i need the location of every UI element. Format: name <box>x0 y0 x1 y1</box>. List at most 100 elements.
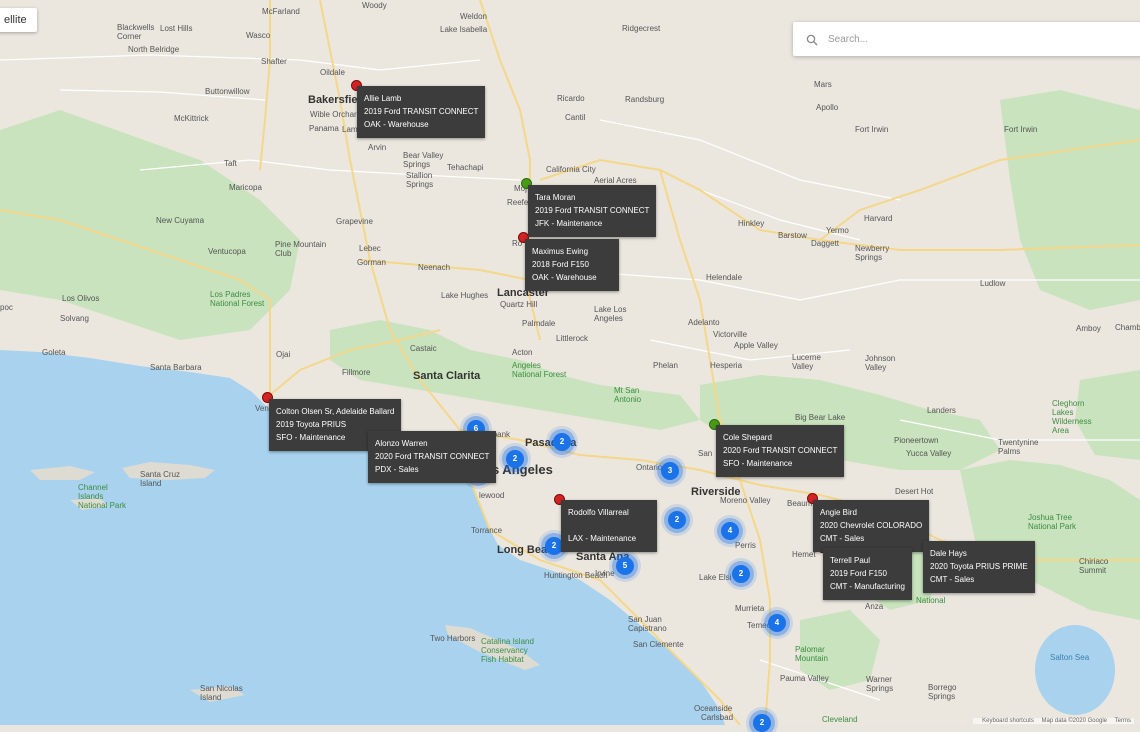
svg-text:Santa Clarita: Santa Clarita <box>413 370 481 382</box>
svg-text:Fort Irwin: Fort Irwin <box>855 125 888 134</box>
card-driver-name: Rodolfo Villarreal <box>568 508 629 517</box>
svg-text:San JuanCapistrano: San Juan Capistrano <box>628 615 667 633</box>
svg-text:Grapevine: Grapevine <box>336 217 373 226</box>
svg-text:California City: California City <box>546 165 596 174</box>
card-location: PDX - Sales <box>375 465 419 474</box>
cluster-la-north[interactable]: 2 <box>506 450 524 468</box>
card-vehicle: 2018 Ford F150 <box>532 260 589 269</box>
svg-text:Murrieta: Murrieta <box>735 604 765 613</box>
info-card-maximus-ewing[interactable]: Maximus Ewing 2018 Ford F150 OAK - Wareh… <box>525 239 619 291</box>
map-data-attribution: Map data ©2020 Google <box>1041 718 1107 724</box>
svg-text:Ludlow: Ludlow <box>980 279 1006 288</box>
search-input[interactable] <box>826 32 1130 46</box>
svg-text:Aerial Acres: Aerial Acres <box>594 176 637 185</box>
card-location: OAK - Warehouse <box>364 120 429 129</box>
svg-text:WarnerSprings: Warner Springs <box>866 675 893 693</box>
map-canvas[interactable]: Bakersfield Lancaster os Angeles Santa C… <box>0 0 1140 725</box>
svg-text:Desert Hot: Desert Hot <box>895 487 934 496</box>
svg-text:Adelanto: Adelanto <box>688 318 720 327</box>
svg-text:Ridgecrest: Ridgecrest <box>622 24 661 33</box>
cluster-riverside-south[interactable]: 2 <box>668 511 686 529</box>
svg-text:Two Harbors: Two Harbors <box>430 634 475 643</box>
card-location: LAX - Maintenance <box>568 534 637 543</box>
card-vehicle: 2020 Toyota PRIUS PRIME <box>930 562 1028 571</box>
svg-text:Apollo: Apollo <box>816 103 839 112</box>
card-vehicle: 2019 Ford F150 <box>830 569 887 578</box>
svg-text:Los Olivos: Los Olivos <box>62 294 99 303</box>
svg-text:Helendale: Helendale <box>706 273 743 282</box>
svg-text:North Belridge: North Belridge <box>128 45 180 54</box>
svg-text:Oceanside: Oceanside <box>694 704 733 713</box>
info-card-alonzo-warren[interactable]: Alonzo Warren 2020 Ford TRANSIT CONNECT … <box>368 431 497 483</box>
svg-text:Randsburg: Randsburg <box>625 95 664 104</box>
svg-text:Wible Orchard: Wible Orchard <box>310 110 361 119</box>
salton-sea <box>1035 625 1115 715</box>
svg-text:PalomarMountain: Palomar Mountain <box>795 645 828 663</box>
svg-text:Carlsbad: Carlsbad <box>701 713 733 722</box>
svg-text:McKittrick: McKittrick <box>174 114 210 123</box>
card-location: CMT - Manufacturing <box>830 582 905 591</box>
svg-text:Castaic: Castaic <box>410 344 437 353</box>
svg-text:Joshua TreeNational Park: Joshua Tree National Park <box>1028 513 1077 531</box>
cluster-lake-elsinore[interactable]: 2 <box>732 565 750 583</box>
svg-text:Yermo: Yermo <box>826 226 849 235</box>
info-card-allie-lamb[interactable]: Allie Lamb 2019 Ford TRANSIT CONNECT OAK… <box>357 86 486 138</box>
info-card-tara-moran[interactable]: Tara Moran 2019 Ford TRANSIT CONNECT JFK… <box>528 185 657 237</box>
card-vehicle: 2020 Ford TRANSIT CONNECT <box>723 446 838 455</box>
card-vehicle: 2019 Toyota PRIUS <box>276 420 347 429</box>
card-vehicle: 2019 Ford TRANSIT CONNECT <box>364 107 479 116</box>
svg-text:Acton: Acton <box>512 348 532 357</box>
svg-text:Ventucopa: Ventucopa <box>208 247 246 256</box>
svg-text:Lake Isabella: Lake Isabella <box>440 25 488 34</box>
svg-text:Perris: Perris <box>735 541 756 550</box>
svg-text:Oildale: Oildale <box>320 68 345 77</box>
info-card-angie-bird[interactable]: Angie Bird 2020 Chevrolet COLORADO CMT -… <box>813 500 930 552</box>
svg-text:Fillmore: Fillmore <box>342 368 371 377</box>
svg-text:Chamb: Chamb <box>1115 323 1140 332</box>
cluster-pasadena[interactable]: 2 <box>553 433 571 451</box>
card-driver-name: Cole Shepard <box>723 433 772 442</box>
svg-text:Torrance: Torrance <box>471 526 503 535</box>
cluster-irvine[interactable]: 5 <box>616 557 634 575</box>
svg-text:Huntington Beach: Huntington Beach <box>544 571 608 580</box>
terms-link[interactable]: Terms <box>1115 718 1131 724</box>
search-box <box>793 22 1140 56</box>
svg-text:Phelan: Phelan <box>653 361 678 370</box>
card-location: OAK - Warehouse <box>532 273 597 282</box>
svg-text:Mt SanAntonio: Mt San Antonio <box>614 386 642 404</box>
card-driver-name: Tara Moran <box>535 193 576 202</box>
cluster-ontario[interactable]: 3 <box>661 462 679 480</box>
card-vehicle: 2020 Ford TRANSIT CONNECT <box>375 452 490 461</box>
svg-text:Solvang: Solvang <box>60 314 89 323</box>
svg-text:Hesperia: Hesperia <box>710 361 743 370</box>
svg-text:Neenach: Neenach <box>418 263 450 272</box>
svg-text:Mars: Mars <box>814 80 832 89</box>
cluster-perris[interactable]: 4 <box>721 522 739 540</box>
card-driver-name: Dale Hays <box>930 549 967 558</box>
svg-text:Ricardo: Ricardo <box>557 94 585 103</box>
info-card-dale-hays[interactable]: Dale Hays 2020 Toyota PRIUS PRIME CMT - … <box>923 541 1035 593</box>
cluster-carlsbad[interactable]: 2 <box>753 714 771 732</box>
svg-text:Arvin: Arvin <box>368 143 386 152</box>
svg-text:Lam: Lam <box>342 125 358 134</box>
map-type-label: ellite <box>4 14 27 26</box>
svg-text:Wasco: Wasco <box>246 31 271 40</box>
svg-text:Taft: Taft <box>224 159 238 168</box>
info-card-terrell-paul[interactable]: Terrell Paul 2019 Ford F150 CMT - Manufa… <box>823 548 912 600</box>
svg-text:Lake LosAngeles: Lake Los Angeles <box>594 305 626 323</box>
svg-text:Littlerock: Littlerock <box>556 334 589 343</box>
svg-text:New Cuyama: New Cuyama <box>156 216 205 225</box>
svg-text:Barstow: Barstow <box>778 231 807 240</box>
map-footer: Keyboard shortcuts Map data ©2020 Google… <box>973 718 1134 724</box>
svg-text:Buttonwillow: Buttonwillow <box>205 87 250 96</box>
svg-text:San Clemente: San Clemente <box>633 640 684 649</box>
cluster-temecula[interactable]: 4 <box>768 614 786 632</box>
card-driver-name: Angie Bird <box>820 508 857 517</box>
svg-text:Weldon: Weldon <box>460 12 487 21</box>
card-driver-name: Allie Lamb <box>364 94 402 103</box>
keyboard-shortcuts-link[interactable]: Keyboard shortcuts <box>982 718 1034 724</box>
map-type-satellite-button[interactable]: ellite <box>0 8 37 32</box>
card-vehicle: 2019 Ford TRANSIT CONNECT <box>535 206 650 215</box>
info-card-rodolfo-villarreal[interactable]: Rodolfo Villarreal LAX - Maintenance <box>561 500 657 552</box>
info-card-cole-shepard[interactable]: Cole Shepard 2020 Ford TRANSIT CONNECT S… <box>716 425 845 477</box>
